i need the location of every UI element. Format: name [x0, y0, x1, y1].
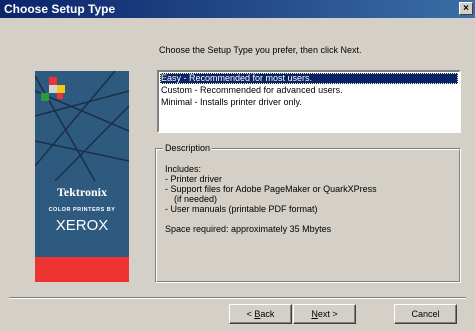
option-label: Custom - Recommended for advanced users.: [161, 85, 343, 95]
option-minimal[interactable]: Minimal - Installs printer driver only.: [160, 97, 302, 108]
logo-maker: XEROX: [55, 217, 109, 234]
logo-artwork: [35, 71, 129, 282]
description-legend: Description: [163, 143, 213, 153]
tektronix-xerox-logo: Tektronix COLOR PRINTERS BY XEROX: [35, 71, 129, 282]
separator: [9, 297, 466, 299]
back-label-rest: ack: [260, 309, 275, 319]
space-required: Space required: approximately 35 Mbytes: [165, 224, 332, 234]
description-line: (if needed): [169, 194, 218, 204]
cancel-button[interactable]: Cancel: [394, 304, 457, 324]
logo-red-band: [35, 257, 129, 282]
setup-dialog: Choose Setup Type × Choose the Setup Typ…: [0, 0, 475, 331]
close-button[interactable]: ×: [459, 2, 473, 15]
option-label: Easy - Recommended for most users.: [161, 73, 313, 83]
description-line: - Printer driver: [165, 174, 223, 184]
logo-brand: Tektronix: [56, 185, 107, 199]
window-title: Choose Setup Type: [4, 2, 116, 16]
description-line: - User manuals (printable PDF format): [165, 204, 318, 214]
title-bar: Choose Setup Type ×: [0, 0, 475, 18]
instruction-text: Choose the Setup Type you prefer, then c…: [159, 45, 362, 55]
option-easy[interactable]: Easy - Recommended for most users.: [160, 73, 458, 84]
option-custom[interactable]: Custom - Recommended for advanced users.: [160, 85, 343, 96]
setup-type-list[interactable]: Easy - Recommended for most users. Custo…: [157, 70, 461, 133]
next-label-rest: ext >: [317, 309, 338, 319]
description-line: - Support files for Adobe PageMaker or Q…: [165, 184, 377, 194]
next-button[interactable]: Next >: [293, 304, 356, 324]
description-line: Includes:: [165, 164, 202, 174]
back-button[interactable]: < Back: [229, 304, 292, 324]
logo-tagline: COLOR PRINTERS BY: [48, 207, 116, 213]
option-label: Minimal - Installs printer driver only.: [161, 97, 302, 107]
